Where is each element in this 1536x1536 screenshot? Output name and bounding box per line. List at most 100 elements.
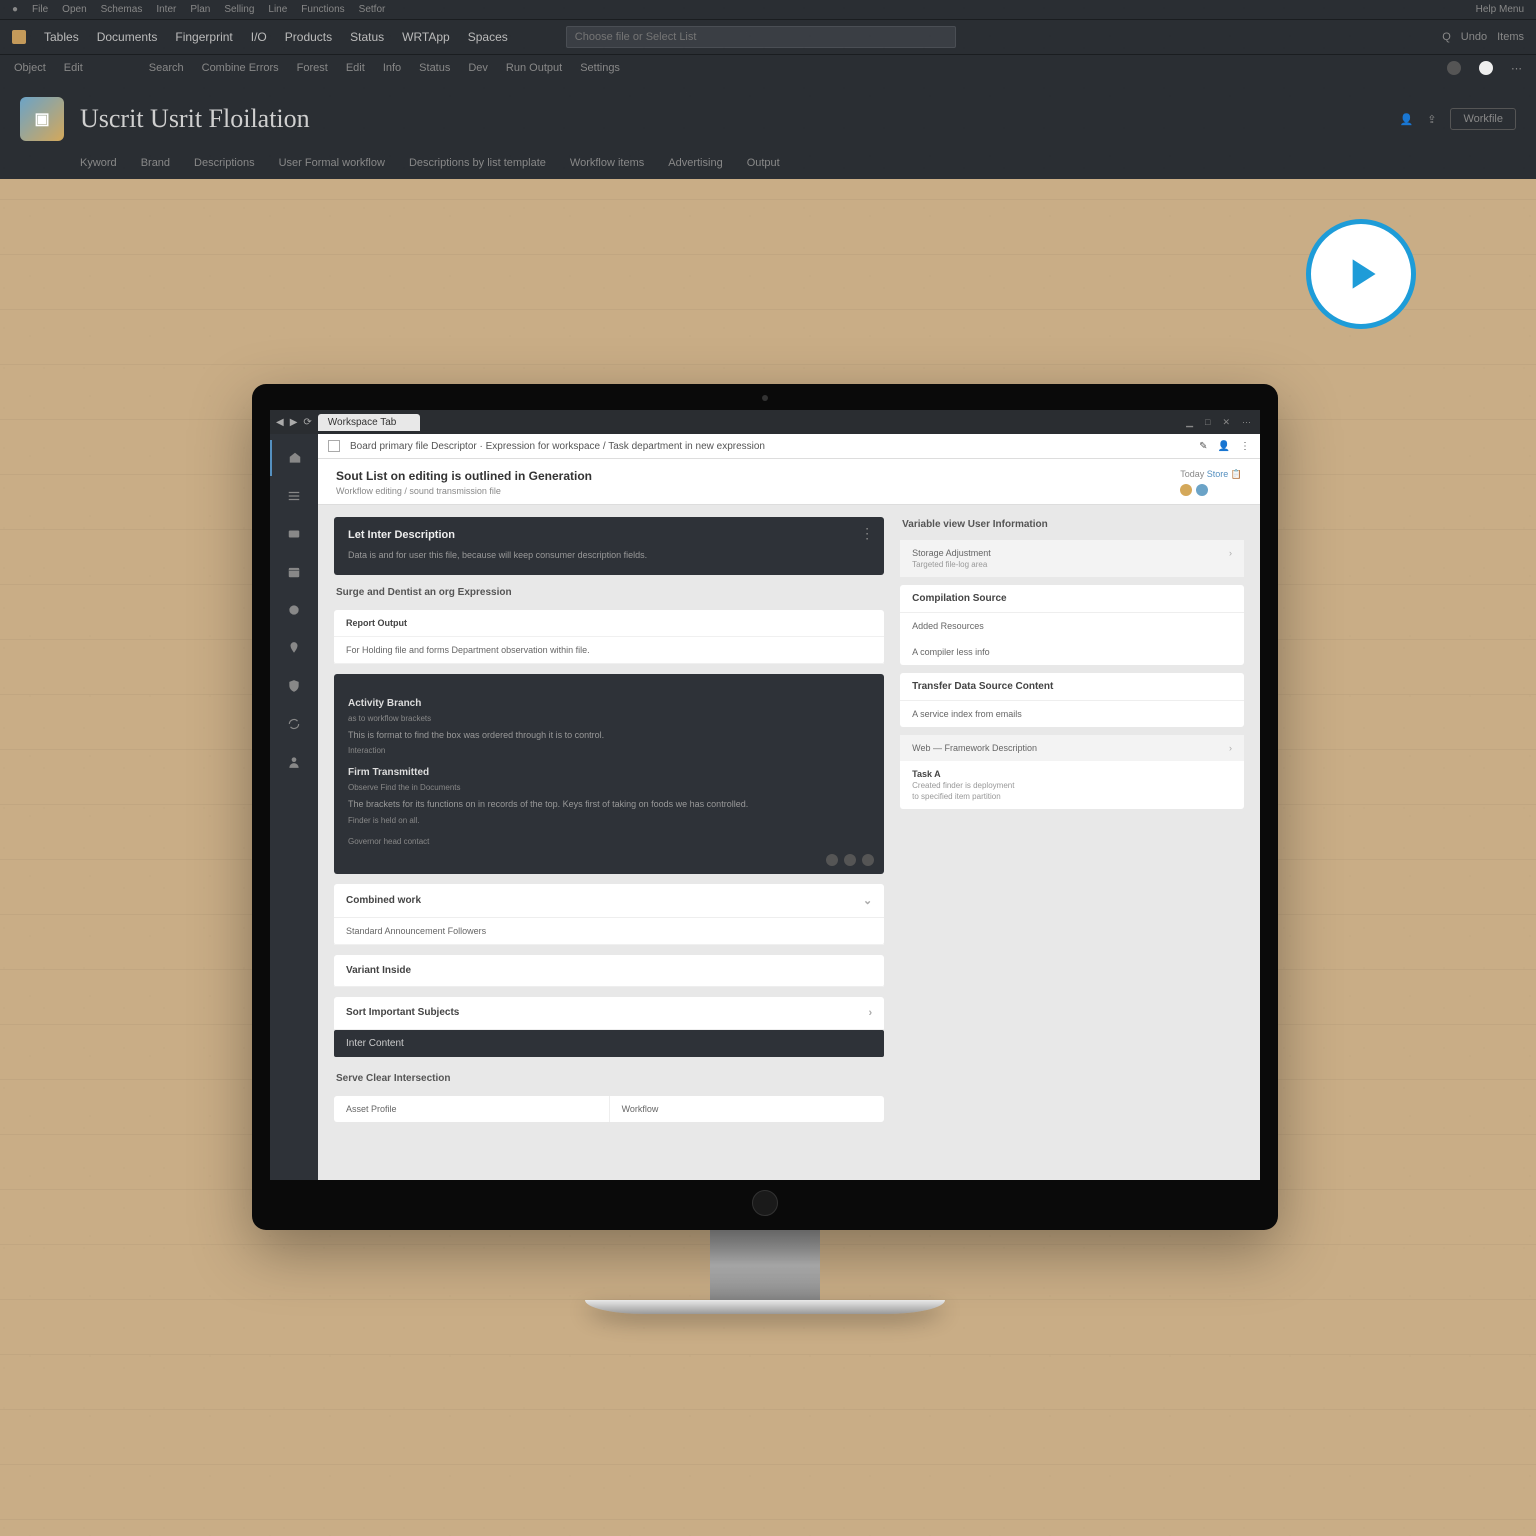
browser-tab[interactable]: Workspace Tab: [318, 414, 421, 431]
tool-combine[interactable]: Combine Errors: [202, 62, 279, 74]
sidebar-item-shield[interactable]: [270, 668, 318, 704]
menu-line[interactable]: Line: [268, 4, 287, 15]
tab-tables[interactable]: Tables: [44, 30, 79, 44]
menu-selling[interactable]: Selling: [224, 4, 254, 15]
sidebar-item-pin[interactable]: [270, 630, 318, 666]
today-label: Today: [1180, 469, 1204, 479]
acc-combined-row[interactable]: Standard Announcement Followers: [334, 918, 884, 945]
tool-more-icon[interactable]: ⋮: [1240, 441, 1250, 452]
menu-schemas[interactable]: Schemas: [101, 4, 143, 15]
tool-user-icon[interactable]: 👤: [1218, 441, 1230, 452]
tool-search[interactable]: Search: [149, 62, 184, 74]
workfile-button[interactable]: Workfile: [1450, 108, 1516, 130]
subtab-items[interactable]: Workflow items: [570, 157, 644, 169]
menu-inter[interactable]: Inter: [156, 4, 176, 15]
status-dot: [1447, 61, 1461, 75]
subtab-output[interactable]: Output: [747, 157, 780, 169]
setup-workflow[interactable]: Workflow: [610, 1096, 885, 1122]
menu-functions[interactable]: Functions: [301, 4, 344, 15]
win-more-icon[interactable]: ⋯: [1239, 417, 1254, 428]
menu-file[interactable]: File: [32, 4, 48, 15]
firm-small: Finder is held on all.: [348, 816, 870, 825]
tool-forest[interactable]: Forest: [297, 62, 328, 74]
checkbox-icon[interactable]: [328, 440, 340, 452]
tab-products[interactable]: Products: [285, 30, 332, 44]
sidebar-item-clock[interactable]: [270, 592, 318, 628]
window-titlebar: ◀ ▶ ⟳ Workspace Tab ▁ □ ✕ ⋯: [270, 410, 1260, 434]
menu-plan[interactable]: Plan: [190, 4, 210, 15]
undo-button[interactable]: Undo: [1461, 31, 1487, 43]
compilation-r2[interactable]: A compiler less info: [900, 639, 1244, 665]
setup-asset[interactable]: Asset Profile: [334, 1096, 610, 1122]
tool-edit2[interactable]: Edit: [346, 62, 365, 74]
tool-info[interactable]: Info: [383, 62, 401, 74]
sidebar-item-user[interactable]: [270, 744, 318, 780]
card-action-2-icon[interactable]: [844, 854, 856, 866]
subtab-advertising[interactable]: Advertising: [668, 157, 722, 169]
win-max-icon[interactable]: □: [1202, 417, 1213, 427]
tab-documents[interactable]: Documents: [97, 30, 158, 44]
tab-wrtapp[interactable]: WRTApp: [402, 30, 450, 44]
storage-row[interactable]: Storage Adjustment Targeted file-log are…: [900, 540, 1244, 577]
transfer-row[interactable]: A service index from emails: [900, 701, 1244, 727]
card-action-3-icon[interactable]: [862, 854, 874, 866]
tool-run[interactable]: Run Output: [506, 62, 562, 74]
avatar[interactable]: [1479, 61, 1493, 75]
tool-dev[interactable]: Dev: [468, 62, 488, 74]
subtab-keyword[interactable]: Kyword: [80, 157, 117, 169]
monitor-frame: ◀ ▶ ⟳ Workspace Tab ▁ □ ✕ ⋯: [252, 384, 1278, 1314]
user-icon[interactable]: 👤: [1400, 113, 1414, 126]
share-icon[interactable]: ⇪: [1427, 113, 1436, 126]
win-min-icon[interactable]: ▁: [1183, 417, 1196, 428]
menu-help[interactable]: Help Menu: [1476, 4, 1524, 15]
subtab-templates[interactable]: Descriptions by list template: [409, 157, 546, 169]
tool-settings[interactable]: Settings: [580, 62, 620, 74]
store-link[interactable]: Store: [1207, 469, 1229, 479]
subtab-workflow[interactable]: User Formal workflow: [279, 157, 385, 169]
tab-fingerprint[interactable]: Fingerprint: [175, 30, 232, 44]
sidebar-item-card[interactable]: [270, 516, 318, 552]
menu-setfor[interactable]: Setfor: [359, 4, 386, 15]
tool-status[interactable]: Status: [419, 62, 450, 74]
acc-combined-header[interactable]: Combined work ⌄: [334, 884, 884, 918]
report-p1: For Holding file and forms Department ob…: [334, 637, 884, 664]
nav-reload-icon[interactable]: ⟳: [303, 417, 311, 428]
nav-fwd-icon[interactable]: ▶: [290, 417, 298, 428]
items-button[interactable]: Items: [1497, 31, 1524, 43]
search-icon[interactable]: Q: [1442, 31, 1451, 43]
menu-open[interactable]: Open: [62, 4, 86, 15]
storage-title: Storage Adjustment: [912, 548, 991, 558]
breadcrumb-bar: Board primary file Descriptor · Expressi…: [318, 434, 1260, 459]
card-more-icon[interactable]: ⋮: [860, 525, 874, 542]
tab-spaces[interactable]: Spaces: [468, 30, 508, 44]
sidebar-item-menu[interactable]: [270, 478, 318, 514]
win-close-icon[interactable]: ✕: [1219, 417, 1233, 428]
card-action-1-icon[interactable]: [826, 854, 838, 866]
nav-back-icon[interactable]: ◀: [276, 417, 284, 428]
tool-paint-icon[interactable]: ✎: [1199, 441, 1207, 452]
subtab-descriptions[interactable]: Descriptions: [194, 157, 255, 169]
sidebar-item-home[interactable]: [270, 440, 318, 476]
framework-l2: to specified item partition: [912, 792, 1001, 801]
tool-edit[interactable]: Edit: [64, 62, 83, 74]
notifications-icon[interactable]: ⋯: [1511, 62, 1522, 75]
activity-p: This is format to find the box was order…: [348, 729, 870, 743]
compilation-r1[interactable]: Added Resources: [900, 613, 1244, 639]
framework-row[interactable]: Web — Framework Description ›: [900, 735, 1244, 761]
tab-io[interactable]: I/O: [251, 30, 267, 44]
search-input[interactable]: [566, 26, 956, 48]
activity-card: Activity Branch as to workflow brackets …: [334, 674, 884, 874]
sidebar-item-sync[interactable]: [270, 706, 318, 742]
subtab-brand[interactable]: Brand: [141, 157, 170, 169]
sidebar-item-calendar[interactable]: [270, 554, 318, 590]
tab-status[interactable]: Status: [350, 30, 384, 44]
tool-object[interactable]: Object: [14, 62, 46, 74]
acc-sort-label: Sort Important Subjects: [346, 1007, 459, 1018]
firm-p: The brackets for its functions on in rec…: [348, 798, 870, 812]
setup-head: Serve Clear Intersection: [334, 1067, 884, 1086]
acc-variant-header[interactable]: Variant Inside: [334, 955, 884, 987]
home-button[interactable]: [752, 1190, 778, 1216]
acc-sort-header[interactable]: Sort Important Subjects ›: [334, 997, 884, 1030]
chevron-right-icon: ›: [868, 1007, 872, 1019]
acc-sort-dark[interactable]: Inter Content: [334, 1030, 884, 1057]
